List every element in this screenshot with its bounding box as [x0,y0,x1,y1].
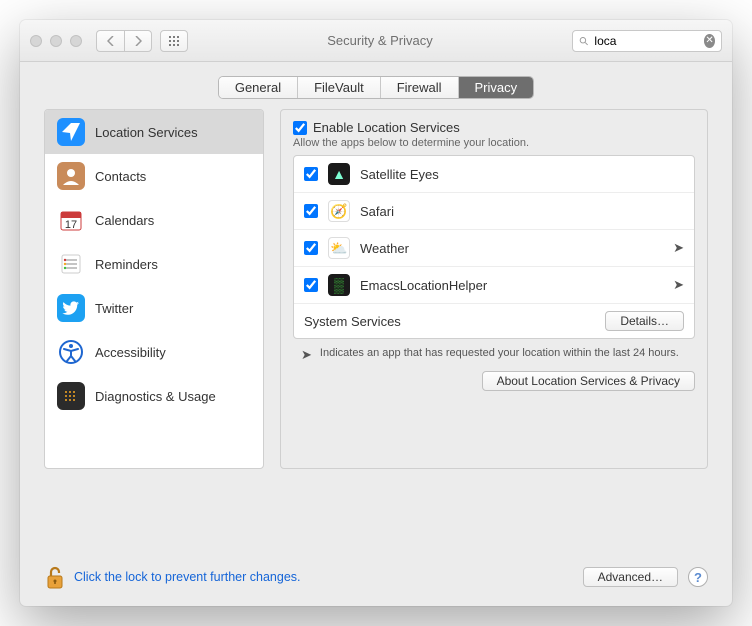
search-icon [579,35,588,47]
tab-privacy[interactable]: Privacy [459,77,534,98]
location-icon [57,118,85,146]
app-permission-list: ▲ Satellite Eyes 🧭 Safari ⛅ Weather ➤ ▒ EmacsLoc… [293,155,695,339]
app-icon: ⛅ [328,237,350,259]
zoom-window-button[interactable] [70,35,82,47]
lock-row[interactable]: Click the lock to prevent further change… [44,564,301,590]
sidebar-item-label: Diagnostics & Usage [95,389,216,404]
help-button[interactable]: ? [688,567,708,587]
advanced-button[interactable]: Advanced… [583,567,678,587]
app-name-label: Safari [360,204,394,219]
sidebar-item-location[interactable]: Location Services [45,110,263,154]
svg-text:17: 17 [65,219,77,231]
app-icon: 🧭 [328,200,350,222]
clear-search-button[interactable]: ✕ [704,34,715,48]
app-row: ▒ EmacsLocationHelper ➤ [294,267,694,304]
sidebar-item-label: Location Services [95,125,198,140]
recent-location-arrow-icon: ➤ [673,240,684,256]
app-permission-checkbox[interactable] [304,278,318,292]
app-permission-checkbox[interactable] [304,204,318,218]
app-name-label: Satellite Eyes [360,167,439,182]
app-icon: ▒ [328,274,350,296]
sidebar-item-label: Calendars [95,213,154,228]
app-row: 🧭 Safari [294,193,694,230]
sidebar-item-contacts[interactable]: Contacts [45,154,263,198]
sidebar-item-label: Contacts [95,169,146,184]
sidebar-item-reminders[interactable]: Reminders [45,242,263,286]
sidebar-item-twitter[interactable]: Twitter [45,286,263,330]
app-row: ▲ Satellite Eyes [294,156,694,193]
sidebar-item-calendar[interactable]: 17 Calendars [45,198,263,242]
privacy-category-sidebar: Location Services Contacts 17 Calendars Remi… [44,109,264,469]
traffic-lights [30,35,82,47]
sidebar-item-accessibility[interactable]: Accessibility [45,330,263,374]
app-name-label: Weather [360,241,409,256]
nav-buttons [96,30,152,52]
forward-button[interactable] [124,30,152,52]
details-button[interactable]: Details… [605,311,684,331]
preferences-window: Security & Privacy ✕ GeneralFileVaultFir… [20,20,732,606]
about-location-services-button[interactable]: About Location Services & Privacy [482,371,695,391]
lock-text: Click the lock to prevent further change… [74,570,301,584]
content-area: Location Services Contacts 17 Calendars Remi… [20,109,732,550]
app-name-label: EmacsLocationHelper [360,278,487,293]
system-services-label: System Services [304,314,401,329]
system-services-row: System Services Details… [294,304,694,338]
tab-bar: GeneralFileVaultFirewallPrivacy [20,62,732,109]
recent-location-note: ➤ Indicates an app that has requested yo… [293,339,695,365]
enable-location-label: Enable Location Services [313,120,460,135]
app-row: ⛅ Weather ➤ [294,230,694,267]
window-title: Security & Privacy [196,33,564,48]
titlebar: Security & Privacy ✕ [20,20,732,62]
app-permission-checkbox[interactable] [304,167,318,181]
back-button[interactable] [96,30,124,52]
reminders-icon [57,250,85,278]
contacts-icon [57,162,85,190]
tab-filevault[interactable]: FileVault [298,77,381,98]
sidebar-item-label: Twitter [95,301,133,316]
enable-location-subtext: Allow the apps below to determine your l… [293,137,695,149]
diagnostics-icon [57,382,85,410]
tab-firewall[interactable]: Firewall [381,77,459,98]
twitter-icon [57,294,85,322]
sidebar-item-label: Reminders [95,257,158,272]
location-arrow-icon: ➤ [301,347,312,363]
search-input[interactable] [592,33,700,49]
calendar-icon: 17 [57,206,85,234]
sidebar-item-diagnostics[interactable]: Diagnostics & Usage [45,374,263,418]
recent-location-arrow-icon: ➤ [673,277,684,293]
app-permission-checkbox[interactable] [304,241,318,255]
lock-icon [44,564,66,590]
show-all-button[interactable] [160,30,188,52]
recent-location-note-text: Indicates an app that has requested your… [320,347,679,363]
footer: Click the lock to prevent further change… [20,550,732,606]
location-services-panel: Enable Location Services Allow the apps … [280,109,708,469]
minimize-window-button[interactable] [50,35,62,47]
app-icon: ▲ [328,163,350,185]
enable-location-checkbox[interactable] [293,121,307,135]
close-window-button[interactable] [30,35,42,47]
search-field[interactable]: ✕ [572,30,722,52]
tab-general[interactable]: General [219,77,298,98]
sidebar-item-label: Accessibility [95,345,166,360]
accessibility-icon [57,338,85,366]
